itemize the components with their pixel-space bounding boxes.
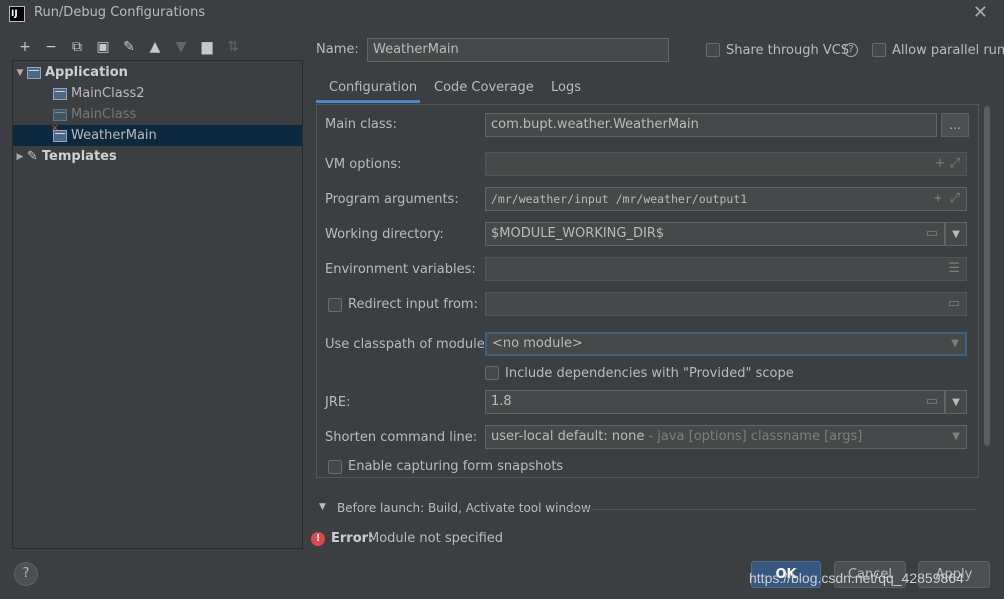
save-icon[interactable]: ▣ <box>90 36 116 58</box>
help-icon[interactable]: ? <box>844 43 858 57</box>
tree-item-label: MainClass2 <box>71 86 145 101</box>
wrench-icon[interactable]: ✎ <box>116 36 142 58</box>
run-config-icon <box>53 108 67 121</box>
run-config-error-icon <box>51 124 67 142</box>
jre-value: 1.8 <box>491 394 512 409</box>
tree-node-application[interactable]: ▼ Application <box>13 62 302 83</box>
add-icon[interactable]: + <box>12 36 38 58</box>
active-tab-indicator <box>316 100 420 103</box>
before-launch-header[interactable]: Before launch: Build, Activate tool wind… <box>337 501 591 515</box>
move-down-icon[interactable]: ▼ <box>168 36 194 58</box>
working-dir-dropdown[interactable]: ▼ <box>945 222 967 246</box>
wrench-icon: ✎ <box>27 149 38 164</box>
tree-item-mainclass[interactable]: MainClass <box>13 104 302 125</box>
remove-icon[interactable]: − <box>38 36 64 58</box>
include-deps-checkbox[interactable] <box>485 366 499 380</box>
program-args-field[interactable]: /mr/weather/input /mr/weather/output1 + ⤢ <box>485 187 967 211</box>
configuration-tree[interactable]: ▼ Application MainClass2 MainClass Weath… <box>12 60 303 549</box>
include-deps-label: Include dependencies with "Provided" sco… <box>505 366 794 381</box>
jre-label: JRE: <box>325 395 351 410</box>
env-vars-field[interactable]: ☰ <box>485 257 967 281</box>
shorten-cmd-value: user-local default: none <box>491 429 645 444</box>
classpath-module-label: Use classpath of module: <box>325 337 490 352</box>
error-prefix: Error: <box>331 531 374 546</box>
jre-dropdown[interactable]: ▼ <box>945 390 967 414</box>
tree-item-mainclass2[interactable]: MainClass2 <box>13 83 302 104</box>
folder-icon[interactable]: ▭ <box>926 391 938 413</box>
vm-options-field[interactable]: + ⤢ <box>485 152 967 176</box>
working-dir-label: Working directory: <box>325 227 444 242</box>
tab-logs[interactable]: Logs <box>551 80 581 95</box>
tab-configuration[interactable]: Configuration <box>329 80 417 95</box>
parallel-run-label: Allow parallel run <box>892 43 1004 58</box>
error-icon: ! <box>311 532 325 546</box>
expand-icon[interactable]: + ⤢ <box>935 153 960 175</box>
classpath-module-select[interactable]: <no module> ▼ <box>485 332 967 356</box>
classpath-module-value: <no module> <box>492 336 583 351</box>
share-vcs-checkbox[interactable] <box>706 43 720 57</box>
env-vars-label: Environment variables: <box>325 262 476 277</box>
name-label: Name: <box>316 42 359 57</box>
redirect-input-label: Redirect input from: <box>348 297 478 312</box>
program-args-value: /mr/weather/input /mr/weather/output1 <box>491 192 748 206</box>
chevron-down-icon: ▼ <box>951 338 959 349</box>
scrollbar[interactable] <box>984 106 990 446</box>
main-class-label: Main class: <box>325 117 397 132</box>
folder-icon[interactable]: ▭ <box>926 223 938 245</box>
jre-field[interactable]: 1.8 ▭ <box>485 390 945 414</box>
sort-icon[interactable]: ⇅ <box>220 36 246 58</box>
separator <box>567 509 977 510</box>
title-bar: IJ Run/Debug Configurations ✕ <box>0 0 1004 28</box>
help-button[interactable]: ? <box>14 562 38 586</box>
shorten-cmd-label: Shorten command line: <box>325 430 478 445</box>
capture-forms-checkbox[interactable] <box>328 460 342 474</box>
copy-icon[interactable]: ⧉ <box>64 36 90 58</box>
vm-options-label: VM options: <box>325 157 402 172</box>
shorten-cmd-select[interactable]: user-local default: none - java [options… <box>485 425 967 449</box>
tree-node-label: Templates <box>41 149 117 164</box>
close-icon[interactable]: ✕ <box>973 4 988 22</box>
intellij-logo-icon: IJ <box>9 6 25 22</box>
watermark: https://blog.csdn.net/qq_42859864 <box>749 570 964 586</box>
tree-node-templates[interactable]: ▶ ✎ Templates <box>13 146 302 167</box>
shorten-cmd-hint: - java [options] classname [args] <box>644 429 863 444</box>
share-vcs-label: Share through VCS <box>726 43 850 58</box>
browse-class-button[interactable]: ... <box>941 113 969 137</box>
run-config-icon <box>53 87 67 100</box>
before-launch-arrow-icon[interactable]: ▼ <box>319 502 326 512</box>
folder-icon[interactable]: ▭ <box>948 293 960 315</box>
application-icon <box>27 66 41 79</box>
folder-add-icon[interactable]: ▆ <box>194 36 220 58</box>
move-up-icon[interactable]: ▲ <box>142 36 168 58</box>
working-dir-field[interactable]: $MODULE_WORKING_DIR$ ▭ <box>485 222 945 246</box>
expand-icon[interactable]: + ⤢ <box>934 188 960 210</box>
program-args-label: Program arguments: <box>325 192 459 207</box>
chevron-down-icon: ▼ <box>952 431 960 442</box>
capture-forms-label: Enable capturing form snapshots <box>348 459 564 474</box>
tree-item-label: WeatherMain <box>71 128 157 143</box>
window-title: Run/Debug Configurations <box>34 5 206 20</box>
name-field[interactable]: WeatherMain <box>367 38 669 62</box>
redirect-input-checkbox[interactable] <box>328 298 342 312</box>
expand-arrow-icon[interactable]: ▼ <box>13 68 27 78</box>
error-message: Module not specified <box>368 531 504 546</box>
config-toolbar: + − ⧉ ▣ ✎ ▲ ▼ ▆ ⇅ <box>12 36 246 58</box>
working-dir-value: $MODULE_WORKING_DIR$ <box>491 226 665 241</box>
main-class-field[interactable]: com.bupt.weather.WeatherMain <box>485 113 937 137</box>
tab-code-coverage[interactable]: Code Coverage <box>434 80 534 95</box>
collapse-arrow-icon[interactable]: ▶ <box>13 152 27 162</box>
tree-item-label: MainClass <box>71 107 137 122</box>
redirect-input-field[interactable]: ▭ <box>485 292 967 316</box>
edit-list-icon[interactable]: ☰ <box>948 258 960 280</box>
tree-item-weathermain[interactable]: WeatherMain <box>13 124 302 146</box>
tree-node-label: Application <box>45 65 128 80</box>
parallel-run-checkbox[interactable] <box>872 43 886 57</box>
